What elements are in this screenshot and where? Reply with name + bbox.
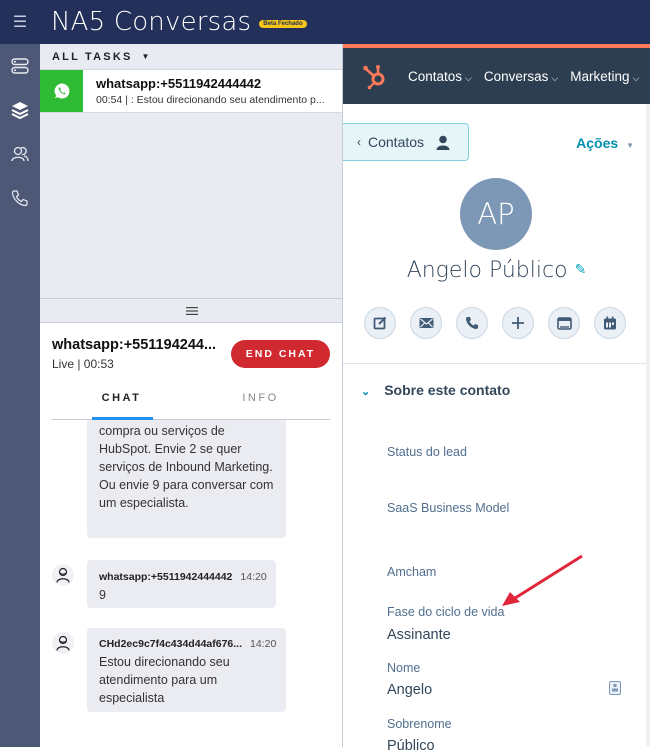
task-icon xyxy=(556,316,572,330)
contact-name: Angelo Público ✎ xyxy=(343,258,650,283)
add-button[interactable] xyxy=(502,307,534,339)
chevron-down-icon: ⌵ xyxy=(465,72,472,83)
add-icon xyxy=(512,317,524,329)
property-value[interactable]: Assinante xyxy=(387,627,451,643)
avatar xyxy=(52,632,74,654)
caret-down-icon: ▼ xyxy=(141,52,152,61)
app-title: NA5 Conversas xyxy=(51,7,252,37)
pencil-edit-icon[interactable]: ✎ xyxy=(575,262,587,278)
nav-marketing-label: Marketing xyxy=(570,68,630,84)
chevron-down-icon: ⌄ xyxy=(361,386,371,398)
message-time: 14:20 xyxy=(250,638,277,650)
chevron-down-icon: ⌵ xyxy=(551,72,559,83)
hamburger-icon[interactable]: ☰ xyxy=(0,12,40,32)
task-subtitle: 00:54 | : Estou direcionando seu atendim… xyxy=(96,94,325,106)
task-button[interactable] xyxy=(548,307,580,339)
side-rail xyxy=(0,44,40,747)
message-list[interactable]: compra ou serviços de HubSpot. Envie 2 s… xyxy=(40,420,342,740)
message-text: Estou direcionando seu atendimento para … xyxy=(99,655,230,705)
rail-contacts[interactable] xyxy=(0,132,40,176)
email-button[interactable] xyxy=(410,307,442,339)
contact-action-bar xyxy=(364,307,626,339)
note-button[interactable] xyxy=(364,307,396,339)
annotation-arrow-icon xyxy=(502,554,583,606)
call-button[interactable] xyxy=(456,307,488,339)
whatsapp-icon xyxy=(54,83,69,99)
user-icon xyxy=(56,567,70,583)
drag-handle-icon xyxy=(185,306,198,315)
contacts-icon xyxy=(11,146,29,162)
actions-dropdown[interactable]: Ações ▼ xyxy=(576,135,634,151)
property-label[interactable]: SaaS Business Model xyxy=(387,501,509,515)
tab-info[interactable]: INFO xyxy=(191,377,330,419)
task-item[interactable]: whatsapp:+5511942444442 00:54 | : Estou … xyxy=(40,69,342,113)
meeting-button[interactable] xyxy=(594,307,626,339)
back-to-contacts-button[interactable]: ‹ Contatos xyxy=(343,123,469,161)
rail-phone[interactable] xyxy=(0,176,40,220)
property-label[interactable]: Fase do ciclo de vida xyxy=(387,605,504,619)
divider xyxy=(343,363,650,364)
nav-contatos[interactable]: Contatos ⌵ xyxy=(408,69,472,84)
tab-chat[interactable]: CHAT xyxy=(52,377,191,419)
message-author: whatsapp:+5511942444442 xyxy=(99,571,233,583)
end-chat-button[interactable]: END CHAT xyxy=(231,340,330,368)
message-author: CHd2ec9c7f4c434d44af676... xyxy=(99,638,243,650)
contact-name-text: Angelo Público xyxy=(406,258,568,283)
person-icon xyxy=(436,135,450,150)
rail-layers[interactable] xyxy=(0,88,40,132)
phone-icon xyxy=(11,190,28,207)
message-bubble: CHd2ec9c7f4c434d44af676... 14:20 Estou di… xyxy=(87,628,286,712)
tasks-icon xyxy=(11,58,29,74)
rail-tasks[interactable] xyxy=(0,44,40,88)
back-label: Contatos xyxy=(368,134,425,150)
nav-conversas-label: Conversas xyxy=(483,68,549,84)
all-tasks-dropdown[interactable]: ALL TASKS ▼ xyxy=(40,44,342,69)
chevron-down-icon: ⌵ xyxy=(632,72,640,83)
all-tasks-label: ALL TASKS xyxy=(52,50,133,63)
contact-avatar: AP xyxy=(460,178,532,250)
message-bubble: whatsapp:+5511942444442 14:20 9 xyxy=(87,560,276,608)
beta-badge: Beta Fechado xyxy=(259,20,307,28)
actions-label: Ações xyxy=(576,135,619,151)
scrollbar[interactable] xyxy=(646,104,650,747)
section-title: Sobre este contato xyxy=(384,382,511,398)
property-details-icon[interactable] xyxy=(609,681,621,695)
meeting-icon xyxy=(604,316,616,330)
section-toggle-about[interactable]: ⌄ Sobre este contato xyxy=(361,382,510,398)
property-label[interactable]: Amcham xyxy=(387,565,436,579)
property-label[interactable]: Sobrenome xyxy=(387,717,452,731)
nav-contatos-label: Contatos xyxy=(408,68,463,84)
property-label[interactable]: Status do lead xyxy=(387,445,467,459)
avatar xyxy=(52,564,74,586)
layers-icon xyxy=(11,102,29,119)
property-label[interactable]: Nome xyxy=(387,661,420,675)
task-title: whatsapp:+5511942444442 xyxy=(96,76,262,91)
property-value[interactable]: Angelo xyxy=(387,682,432,698)
message-text: 9 xyxy=(99,588,106,602)
email-icon xyxy=(419,318,433,328)
call-icon xyxy=(466,317,478,329)
message-time: 14:20 xyxy=(240,571,267,583)
nav-marketing[interactable]: Marketing ⌵ xyxy=(570,69,639,84)
chat-panel: whatsapp:+551194244... Live | 00:53 END … xyxy=(40,323,342,747)
chevron-left-icon: ‹ xyxy=(357,135,361,149)
message-bubble: compra ou serviços de HubSpot. Envie 2 s… xyxy=(87,420,286,538)
message-text: compra ou serviços de HubSpot. Envie 2 s… xyxy=(99,424,274,510)
note-icon xyxy=(373,316,387,330)
panel-resize-handle[interactable] xyxy=(40,298,343,323)
caret-down-icon: ▼ xyxy=(626,141,634,150)
nav-conversas[interactable]: Conversas ⌵ xyxy=(484,69,558,84)
user-icon xyxy=(56,635,70,651)
tasks-panel: ALL TASKS ▼ whatsapp:+5511942444442 00:5… xyxy=(40,44,343,747)
property-value[interactable]: Público xyxy=(387,738,435,754)
whatsapp-channel-badge xyxy=(40,70,83,112)
hubspot-nav: Contatos ⌵ Conversas ⌵ Marketing ⌵ xyxy=(343,44,650,104)
hubspot-logo-icon[interactable] xyxy=(361,61,389,91)
app-header: ☰ NA5 Conversas Beta Fechado xyxy=(0,0,650,44)
chat-tabs: CHAT INFO xyxy=(52,377,330,421)
hubspot-panel: Contatos ⌵ Conversas ⌵ Marketing ⌵ ‹ Contat… xyxy=(343,44,650,754)
